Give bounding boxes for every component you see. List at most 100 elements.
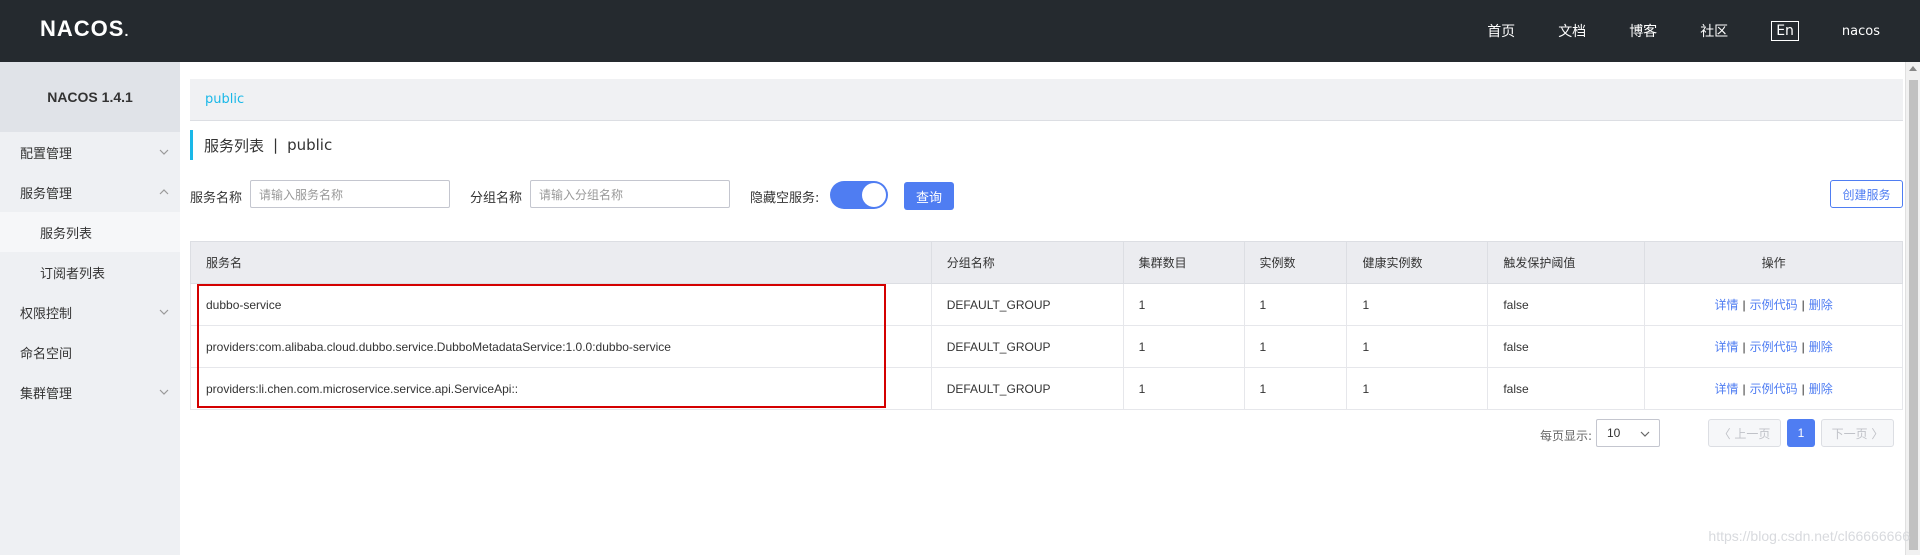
current-page-button[interactable]: 1 [1787, 419, 1815, 447]
cell-cluster-count: 1 [1122, 283, 1245, 326]
main-content: public 服务列表 | public 服务名称 请输入服务名称 分组名称 请… [180, 62, 1920, 555]
table-header-row: 服务名 分组名称 集群数目 实例数 健康实例数 触发保护阈值 操作 [190, 241, 1903, 284]
prev-page-button[interactable]: 〈 上一页 [1708, 419, 1781, 447]
sample-code-link[interactable]: 示例代码 [1750, 382, 1798, 396]
sidebar-item-label: 权限控制 [20, 306, 73, 322]
sidebar-item-label: 命名空间 [20, 346, 73, 362]
namespace-link[interactable]: public [205, 92, 244, 107]
top-header: NACOS. 首页 文档 博客 社区 En nacos [0, 0, 1920, 62]
action-separator: | [1801, 382, 1805, 396]
detail-link[interactable]: 详情 [1714, 298, 1738, 312]
cell-cluster-count: 1 [1122, 325, 1245, 368]
action-separator: | [1742, 382, 1746, 396]
cell-healthy-count: 1 [1346, 283, 1489, 326]
sidebar-item-auth[interactable]: 权限控制 [0, 292, 180, 332]
watermark: https://blog.csdn.net/cl66666666 [1708, 528, 1910, 544]
cell-instance-count: 1 [1243, 367, 1348, 410]
sample-code-link[interactable]: 示例代码 [1750, 298, 1798, 312]
action-separator: | [1742, 298, 1746, 312]
cell-actions: 详情 | 示例代码 | 删除 [1644, 283, 1903, 326]
service-name-input[interactable]: 请输入服务名称 [250, 180, 450, 208]
cell-actions: 详情 | 示例代码 | 删除 [1644, 325, 1903, 368]
vertical-scrollbar[interactable] [1905, 62, 1920, 555]
hide-empty-label: 隐藏空服务: [750, 191, 820, 206]
page-title-separator: | [273, 136, 279, 154]
sidebar: NACOS 1.4.1 配置管理 服务管理 服务列表 订阅者列表 权限控制 命名… [0, 62, 180, 555]
sidebar-item-label: 集群管理 [20, 386, 73, 402]
cell-cluster-count: 1 [1122, 367, 1245, 410]
cell-healthy-count: 1 [1346, 367, 1489, 410]
sidebar-version-title: NACOS 1.4.1 [0, 62, 180, 132]
scrollbar-thumb[interactable] [1909, 80, 1918, 550]
action-separator: | [1742, 340, 1746, 354]
sidebar-item-service[interactable]: 服务管理 [0, 172, 180, 212]
cell-group-name: DEFAULT_GROUP [930, 325, 1124, 368]
per-page-select[interactable]: 10 [1596, 419, 1660, 447]
sample-code-link[interactable]: 示例代码 [1750, 340, 1798, 354]
chevron-down-icon [159, 309, 169, 315]
chevron-down-icon [159, 149, 169, 155]
sidebar-item-service-list[interactable]: 服务列表 [0, 212, 180, 252]
chevron-up-icon [159, 189, 169, 195]
cell-protect-threshold: false [1487, 325, 1646, 368]
cell-protect-threshold: false [1487, 367, 1646, 410]
cell-actions: 详情 | 示例代码 | 删除 [1644, 367, 1903, 410]
hide-empty-toggle[interactable] [830, 181, 888, 209]
sidebar-item-subscriber-list[interactable]: 订阅者列表 [0, 252, 180, 292]
cell-healthy-count: 1 [1346, 325, 1489, 368]
nav-blog[interactable]: 博客 [1629, 21, 1657, 41]
table-row: providers:li.chen.com.microservice.servi… [190, 367, 1903, 410]
nav-docs[interactable]: 文档 [1558, 21, 1586, 41]
chevron-down-icon [159, 389, 169, 395]
toggle-knob [862, 183, 886, 207]
query-button[interactable]: 查询 [904, 182, 954, 210]
page-title-text: 服务列表 [204, 136, 265, 155]
col-group-name: 分组名称 [930, 241, 1124, 284]
page-title-namespace: public [287, 136, 333, 154]
user-name[interactable]: nacos [1842, 24, 1880, 39]
col-instance-count: 实例数 [1243, 241, 1348, 284]
col-cluster-count: 集群数目 [1122, 241, 1245, 284]
cell-protect-threshold: false [1487, 283, 1646, 326]
nacos-logo[interactable]: NACOS. [40, 16, 129, 42]
cell-group-name: DEFAULT_GROUP [930, 367, 1124, 410]
sidebar-item-config[interactable]: 配置管理 [0, 132, 180, 172]
sidebar-item-label: 配置管理 [20, 146, 73, 162]
action-separator: | [1801, 298, 1805, 312]
namespace-breadcrumb[interactable]: public [190, 79, 1903, 121]
action-separator: | [1801, 340, 1805, 354]
filter-bar: 服务名称 请输入服务名称 分组名称 请输入分组名称 隐藏空服务: 查询 创建服务 [190, 180, 1903, 210]
delete-link[interactable]: 删除 [1809, 298, 1833, 312]
top-nav: 首页 文档 博客 社区 En nacos [1444, 0, 1880, 62]
col-actions: 操作 [1644, 241, 1903, 284]
sidebar-item-label: 服务管理 [20, 186, 73, 202]
col-protect-threshold: 触发保护阈值 [1487, 241, 1646, 284]
col-service-name: 服务名 [190, 241, 932, 284]
per-page-label: 每页显示: [1540, 429, 1593, 443]
sidebar-item-cluster[interactable]: 集群管理 [0, 372, 180, 412]
service-table: 服务名 分组名称 集群数目 实例数 健康实例数 触发保护阈值 操作 dubbo-… [190, 241, 1903, 410]
language-switch[interactable]: En [1771, 21, 1799, 41]
nav-home[interactable]: 首页 [1487, 21, 1515, 41]
cell-service-name: dubbo-service [190, 283, 932, 326]
service-name-label: 服务名称 [190, 191, 243, 206]
cell-service-name: providers:li.chen.com.microservice.servi… [190, 367, 932, 410]
detail-link[interactable]: 详情 [1714, 340, 1738, 354]
nav-community[interactable]: 社区 [1700, 21, 1728, 41]
delete-link[interactable]: 删除 [1809, 340, 1833, 354]
sidebar-item-namespace[interactable]: 命名空间 [0, 332, 180, 372]
delete-link[interactable]: 删除 [1809, 382, 1833, 396]
group-name-label: 分组名称 [470, 191, 523, 206]
scroll-up-icon[interactable] [1909, 66, 1917, 71]
cell-instance-count: 1 [1243, 325, 1348, 368]
detail-link[interactable]: 详情 [1714, 382, 1738, 396]
cell-instance-count: 1 [1243, 283, 1348, 326]
chevron-down-icon [1640, 431, 1650, 437]
group-name-input[interactable]: 请输入分组名称 [530, 180, 730, 208]
cell-service-name: providers:com.alibaba.cloud.dubbo.servic… [190, 325, 932, 368]
next-page-button[interactable]: 下一页 〉 [1821, 419, 1894, 447]
create-service-button[interactable]: 创建服务 [1830, 180, 1903, 208]
col-healthy-count: 健康实例数 [1346, 241, 1489, 284]
table-row: dubbo-service DEFAULT_GROUP 1 1 1 false … [190, 283, 1903, 326]
per-page-value: 10 [1607, 426, 1621, 440]
